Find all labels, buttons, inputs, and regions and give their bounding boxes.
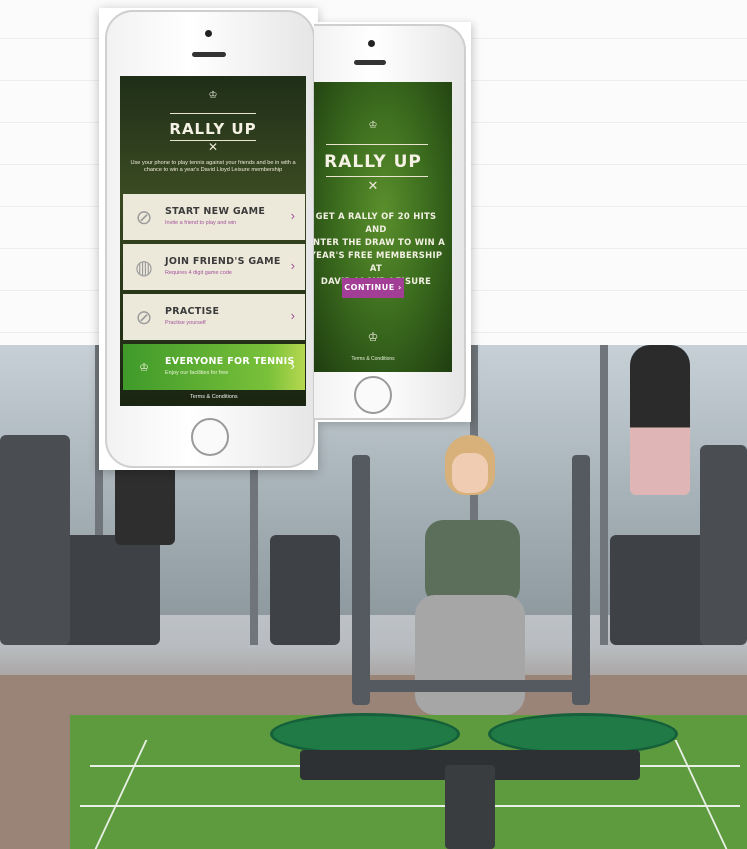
sled-pole-left: [352, 455, 370, 705]
david-lloyd-logo-icon: ♔: [139, 361, 149, 374]
phone-card-left: ♔ RALLY UP ✕ Use your phone to play tenn…: [99, 8, 318, 470]
terms-link[interactable]: Terms & Conditions: [338, 356, 408, 362]
menu-item-subtitle: Requires 4 digit game code: [165, 270, 232, 276]
gym-user-left: [115, 465, 175, 545]
phone-card-right: ♔ RALLY UP ✕ GET A RALLY OF 20 HITS AND …: [314, 22, 471, 422]
home-button[interactable]: [191, 418, 229, 456]
weight-plate-left: [270, 713, 460, 755]
chevron-right-icon: ›: [290, 308, 295, 323]
chevron-right-icon: ›: [290, 208, 295, 223]
treadmill-left: [0, 435, 70, 645]
continue-label: CONTINUE: [344, 283, 395, 292]
prize-description: GET A RALLY OF 20 HITS AND ENTER THE DRA…: [314, 210, 446, 288]
everyone-for-tennis-button[interactable]: ♔ EVERYONE FOR TENNIS Enjoy our faciliti…: [123, 344, 305, 390]
speaker-grille: [192, 52, 226, 57]
crossed-rackets-icon: ✕: [207, 140, 219, 154]
iphone-left: ♔ RALLY UP ✕ Use your phone to play tenn…: [105, 10, 315, 468]
rally-up-title: RALLY UP: [324, 152, 422, 172]
sled-crossbar: [360, 680, 580, 692]
menu-item-title: JOIN FRIEND'S GAME: [165, 256, 281, 267]
sled-foot: [445, 765, 495, 849]
david-lloyd-logo: ♔: [368, 120, 378, 131]
prize-line: GET A RALLY OF 20 HITS AND: [315, 211, 437, 234]
treadmill-right: [700, 445, 747, 645]
menu-item-title: EVERYONE FOR TENNIS: [165, 356, 295, 367]
continue-button[interactable]: CONTINUE ›: [342, 278, 404, 298]
front-camera-icon: [205, 30, 212, 37]
rally-up-title: RALLY UP: [169, 120, 257, 138]
menu-item-subtitle: Invite a friend to play and win: [165, 220, 237, 226]
tennis-racket-icon: ⊘: [135, 207, 153, 229]
chevron-right-icon: ›: [290, 258, 295, 273]
menu-item-subtitle: Enjoy our facilities for free: [165, 370, 229, 376]
home-button[interactable]: [354, 376, 392, 414]
prize-line: ENTER THE DRAW TO WIN A: [314, 237, 445, 247]
speaker-grille: [354, 60, 386, 65]
woman-pushing-sled: [400, 425, 530, 715]
terms-link[interactable]: Terms & Conditions: [190, 394, 238, 400]
practise-button[interactable]: ⊘ PRACTISE Practise yourself ›: [123, 294, 305, 340]
menu-item-subtitle: Practise yourself: [165, 320, 206, 326]
chevron-right-icon: ›: [397, 283, 402, 292]
join-friends-game-button[interactable]: ◍ JOIN FRIEND'S GAME Requires 4 digit ga…: [123, 244, 305, 290]
crossed-rackets-icon: ✕: [367, 178, 379, 193]
start-new-game-button[interactable]: ⊘ START NEW GAME Invite a friend to play…: [123, 194, 305, 240]
app-screen-rally-up: ♔ RALLY UP ✕ GET A RALLY OF 20 HITS AND …: [314, 82, 452, 372]
intro-description: Use your phone to play tennis against yo…: [130, 160, 296, 173]
cross-trainer-left: [60, 535, 160, 645]
gym-user-right: [630, 345, 690, 495]
cross-trainer-middle: [270, 535, 340, 645]
app-screen-main-menu: ♔ RALLY UP ✕ Use your phone to play tenn…: [120, 76, 306, 406]
iphone-right: ♔ RALLY UP ✕ GET A RALLY OF 20 HITS AND …: [314, 24, 466, 420]
weight-plate-right: [488, 713, 678, 755]
menu-item-title: PRACTISE: [165, 306, 220, 317]
tennis-ball-icon: ◍: [135, 257, 153, 279]
prize-line: YEAR'S FREE MEMBERSHIP AT: [314, 250, 443, 273]
menu-item-title: START NEW GAME: [165, 206, 266, 217]
sled-pole-right: [572, 455, 590, 705]
david-lloyd-footer-logo: ♔: [367, 330, 379, 344]
chevron-right-icon: ›: [290, 358, 295, 373]
front-camera-icon: [368, 40, 375, 47]
tennis-racket-icon: ⊘: [135, 307, 153, 329]
david-lloyd-logo: ♔: [208, 90, 218, 101]
